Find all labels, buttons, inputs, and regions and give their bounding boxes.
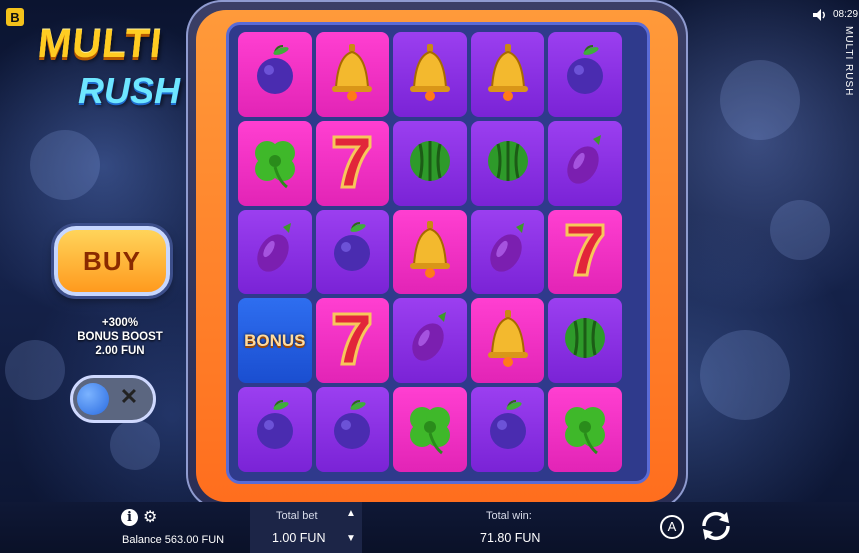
toggle-knob [77, 383, 109, 415]
bet-increase-icon[interactable]: ▲ [346, 508, 356, 519]
bokeh-light [720, 60, 800, 140]
watermelon-icon [555, 308, 615, 373]
eggplant-icon [400, 308, 460, 373]
reel-cell [393, 120, 467, 206]
info-icon[interactable]: i [121, 509, 138, 526]
boost-cost: 2.00 FUN [95, 345, 145, 357]
buy-bonus-button[interactable]: BUY [54, 226, 170, 296]
bokeh-light [770, 200, 830, 260]
bell-icon [322, 42, 382, 107]
reel-cell [315, 209, 390, 295]
gear-icon[interactable]: ⚙ [143, 510, 158, 526]
bet-decrease-icon[interactable]: ▼ [346, 533, 356, 544]
watermelon-icon [478, 131, 538, 196]
reel-cell [548, 120, 622, 206]
reel-cell [470, 387, 545, 472]
reel-cell [238, 120, 312, 206]
reel-cell [393, 209, 467, 295]
reel-cell [393, 298, 467, 384]
seven-icon [322, 308, 382, 373]
seven-icon [322, 131, 382, 196]
bonus-boost-info: +300% BONUS BOOST 2.00 FUN [72, 316, 168, 358]
total-win-label: Total win: [486, 510, 532, 522]
eggplant-icon [245, 219, 305, 284]
eggplant-icon [478, 219, 538, 284]
reel-cell [470, 209, 545, 295]
reel-cell [548, 32, 622, 117]
balance-display: Balance 563.00 FUN [122, 534, 225, 546]
reel-cell [548, 209, 622, 295]
plum-icon [555, 42, 615, 107]
plum-icon [245, 42, 305, 107]
plum-icon [322, 397, 382, 462]
bokeh-light [700, 330, 790, 420]
bokeh-light [5, 340, 65, 400]
bonus-symbol: BONUS [244, 330, 306, 350]
total-bet-value: 1.00 FUN [272, 531, 326, 545]
bell-icon [400, 219, 460, 284]
plum-icon [245, 397, 305, 462]
clover-icon [400, 397, 460, 462]
reel-cell [548, 387, 622, 472]
reel-cell [315, 298, 390, 384]
plum-icon [478, 397, 538, 462]
eggplant-icon [555, 131, 615, 196]
reel-cell [470, 298, 545, 384]
plum-icon [322, 219, 382, 284]
game-logo: MULTI RUSH [35, 22, 188, 117]
reel-cell [393, 387, 467, 472]
reel-cell [238, 32, 312, 117]
bell-icon [478, 42, 538, 107]
bell-icon [400, 42, 460, 107]
reel-cell [238, 209, 312, 295]
logo-line-2: RUSH [78, 70, 181, 111]
clock: 08:29 [833, 9, 859, 20]
boost-title: BONUS BOOST [77, 331, 163, 343]
reel-cell [470, 32, 545, 117]
bokeh-light [30, 130, 100, 200]
boost-percent: +300% [101, 317, 139, 329]
reel-cell [315, 120, 390, 206]
reel-cell [315, 387, 390, 472]
seven-icon [555, 219, 615, 284]
reel-cell [548, 298, 622, 384]
reel-cell [315, 32, 390, 117]
total-bet-label: Total bet [276, 510, 318, 522]
reel-cell [470, 120, 545, 206]
autoplay-button[interactable]: A [660, 515, 684, 539]
game-title: MULTI RUSH [843, 26, 854, 97]
reel-cell [238, 387, 312, 472]
reel-cell: BONUS [238, 298, 312, 384]
clover-icon [555, 397, 615, 462]
reel-cell [393, 32, 467, 117]
bokeh-light [110, 420, 160, 470]
bonus-boost-toggle[interactable]: ✕ [70, 375, 156, 423]
watermelon-icon [400, 131, 460, 196]
bell-icon [478, 308, 538, 373]
spin-icon[interactable] [696, 506, 736, 546]
speaker-icon[interactable] [812, 8, 828, 22]
total-win-value: 71.80 FUN [480, 531, 541, 545]
logo-line-1: MULTI [35, 22, 165, 66]
clover-icon [245, 131, 305, 196]
brand-logo-icon: B [6, 8, 24, 26]
close-icon: ✕ [119, 384, 139, 409]
reel-grid: BONUS [238, 32, 622, 472]
